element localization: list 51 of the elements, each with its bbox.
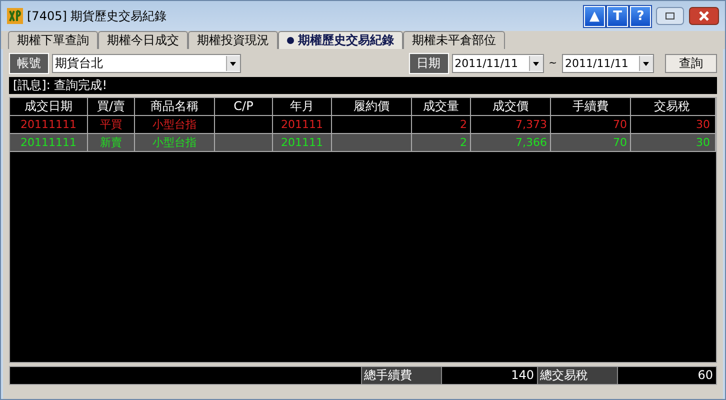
- column-header: 年月: [273, 98, 332, 116]
- column-header: 交易稅: [631, 98, 716, 116]
- tool-button[interactable]: ?: [630, 6, 651, 26]
- table-cell: 小型台指: [152, 118, 196, 131]
- account-label: 帳號: [9, 53, 49, 74]
- date-to-field[interactable]: 2011/11/11: [562, 54, 654, 73]
- table-cell: 7,373: [516, 118, 547, 131]
- date-from-field[interactable]: 2011/11/11: [452, 54, 544, 73]
- table-cell: 7,366: [516, 136, 547, 149]
- total-tax-label: 總交易稅: [537, 367, 617, 384]
- column-header: 買/賣: [88, 98, 135, 116]
- table-cell: 201111: [281, 118, 323, 131]
- query-button[interactable]: 查詢: [665, 54, 717, 73]
- column-header: 成交日期: [10, 98, 88, 116]
- tool-button[interactable]: T: [607, 6, 628, 26]
- total-tax-value: 60: [617, 367, 716, 384]
- table-cell: 70: [613, 136, 627, 149]
- tab[interactable]: 期權未平倉部位: [403, 31, 505, 49]
- table-cell: 20111111: [20, 136, 76, 149]
- restore-button[interactable]: [656, 7, 684, 25]
- column-header: C/P: [215, 98, 273, 116]
- table-cell: 201111: [281, 136, 323, 149]
- total-fee-label: 總手續費: [361, 367, 441, 384]
- table-cell: 30: [696, 136, 710, 149]
- account-dropdown[interactable]: 期貨台北: [52, 54, 241, 73]
- column-header: 履約價: [332, 98, 412, 116]
- app-icon: [7, 8, 23, 24]
- table-cell: 2: [460, 118, 467, 131]
- table-cell: 30: [696, 118, 710, 131]
- column-header: 手續費: [551, 98, 631, 116]
- tab[interactable]: 期權下單查詢: [8, 31, 98, 49]
- tool-button[interactable]: ▲: [584, 6, 605, 26]
- table-cell: 20111111: [20, 118, 76, 131]
- table-cell: 平買: [100, 118, 122, 131]
- table-cell: 70: [613, 118, 627, 131]
- table-cell: 小型台指: [152, 136, 196, 149]
- message-bar: [訊息]: 查詢完成!: [9, 77, 717, 94]
- column-header: 成交價: [471, 98, 551, 116]
- date-label: 日期: [408, 53, 449, 74]
- column-header: 成交量: [412, 98, 471, 116]
- close-button[interactable]: [689, 7, 719, 25]
- table-cell: 2: [460, 136, 467, 149]
- column-header: 商品名稱: [135, 98, 215, 116]
- table-cell: 新賣: [100, 136, 122, 149]
- tab[interactable]: 期權歷史交易紀錄: [278, 31, 403, 49]
- tab[interactable]: 期權投資現況: [188, 31, 278, 49]
- tab[interactable]: 期權今日成交: [98, 31, 188, 49]
- range-separator: ~: [548, 58, 558, 69]
- window-title: [7405] 期貨歷史交易紀錄: [27, 8, 167, 24]
- table-row[interactable]: 20111111 新賣 小型台指 201111 2 7,366 70 30: [10, 134, 716, 152]
- bullet-icon: [287, 37, 294, 44]
